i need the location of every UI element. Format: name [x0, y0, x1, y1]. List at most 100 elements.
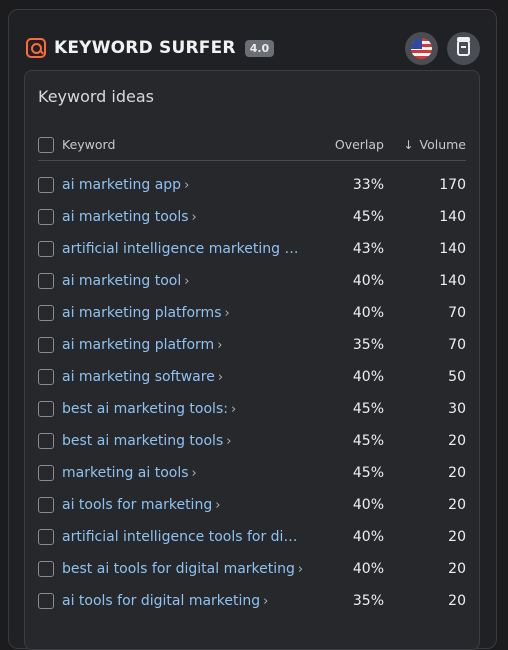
- table-row: ai marketing tool › 40% 140: [38, 265, 466, 297]
- chevron-right-icon[interactable]: ›: [215, 498, 220, 513]
- row-checkbox[interactable]: [38, 593, 54, 609]
- arrow-down-icon: ↓: [403, 137, 414, 152]
- table-row: artificial intelligence tools for digit.…: [38, 521, 466, 553]
- overlap-value: 35%: [352, 593, 384, 609]
- table-row: ai marketing tools › 45% 140: [38, 201, 466, 233]
- row-checkbox[interactable]: [38, 529, 54, 545]
- keyword-ideas-card: Keyword ideas Keyword Overlap ↓ Volume a…: [24, 70, 480, 650]
- volume-value: 140: [439, 209, 466, 225]
- column-keyword[interactable]: Keyword: [62, 137, 115, 152]
- column-volume[interactable]: ↓ Volume: [403, 137, 466, 152]
- keyword-link[interactable]: ai marketing software: [62, 369, 215, 385]
- search-box-icon: [26, 38, 46, 58]
- row-checkbox[interactable]: [38, 497, 54, 513]
- chevron-right-icon[interactable]: ›: [184, 178, 189, 193]
- volume-value: 50: [448, 369, 466, 385]
- table-row: ai marketing app › 33% 170: [38, 169, 466, 201]
- volume-value: 70: [448, 337, 466, 353]
- overlap-value: 40%: [352, 497, 384, 513]
- keyword-link[interactable]: best ai tools for digital marketing: [62, 561, 295, 577]
- card-title: Keyword ideas: [38, 87, 155, 106]
- overlap-value: 33%: [352, 177, 384, 193]
- volume-value: 20: [448, 497, 466, 513]
- volume-value: 140: [439, 241, 466, 257]
- keyword-link[interactable]: ai marketing app: [62, 177, 181, 193]
- column-overlap[interactable]: Overlap: [335, 137, 384, 152]
- row-checkbox[interactable]: [38, 433, 54, 449]
- overlap-value: 45%: [352, 401, 384, 417]
- table-row: ai marketing software › 40% 50: [38, 361, 466, 393]
- clipboard-button[interactable]: [447, 31, 480, 65]
- row-checkbox[interactable]: [38, 241, 54, 257]
- keyword-link[interactable]: best ai marketing tools: [62, 433, 223, 449]
- app-title: KEYWORD SURFER: [54, 38, 236, 58]
- row-checkbox[interactable]: [38, 305, 54, 321]
- volume-value: 20: [448, 433, 466, 449]
- overlap-value: 40%: [352, 561, 384, 577]
- keyword-link[interactable]: ai tools for marketing: [62, 497, 212, 513]
- us-flag-icon: [411, 37, 432, 59]
- row-checkbox[interactable]: [38, 369, 54, 385]
- chevron-right-icon[interactable]: ›: [184, 274, 189, 289]
- overlap-value: 45%: [352, 433, 384, 449]
- keyword-link[interactable]: ai marketing platforms: [62, 305, 221, 321]
- row-checkbox[interactable]: [38, 561, 54, 577]
- chevron-right-icon[interactable]: ›: [218, 370, 223, 385]
- overlap-value: 43%: [352, 241, 384, 257]
- keyword-link[interactable]: best ai marketing tools:: [62, 401, 228, 417]
- chevron-right-icon[interactable]: ›: [192, 210, 197, 225]
- keyword-link[interactable]: ai marketing tool: [62, 273, 181, 289]
- keyword-link[interactable]: ai marketing platform: [62, 337, 214, 353]
- table-header: Keyword Overlap ↓ Volume: [38, 129, 466, 161]
- volume-value: 20: [448, 593, 466, 609]
- volume-value: 20: [448, 465, 466, 481]
- chevron-right-icon[interactable]: ›: [231, 402, 236, 417]
- table-row: artificial intelligence marketing too...…: [38, 233, 466, 265]
- table-row: best ai marketing tools: › 45% 30: [38, 393, 466, 425]
- overlap-value: 45%: [352, 209, 384, 225]
- clipboard-icon: [457, 37, 470, 56]
- row-checkbox[interactable]: [38, 209, 54, 225]
- table-row: best ai tools for digital marketing › 40% 2…: [38, 553, 466, 585]
- row-checkbox[interactable]: [38, 465, 54, 481]
- keyword-link[interactable]: artificial intelligence marketing too...: [62, 241, 300, 257]
- table-row: ai tools for marketing › 40% 20: [38, 489, 466, 521]
- table-row: ai marketing platforms › 40% 70: [38, 297, 466, 329]
- chevron-right-icon[interactable]: ›: [263, 594, 268, 609]
- chevron-right-icon[interactable]: ›: [217, 338, 222, 353]
- row-checkbox[interactable]: [38, 401, 54, 417]
- keyword-list: ai marketing app › 33% 170 ai marketing tool…: [38, 169, 466, 617]
- chevron-right-icon[interactable]: ›: [224, 306, 229, 321]
- chevron-right-icon[interactable]: ›: [298, 562, 303, 577]
- overlap-value: 40%: [352, 305, 384, 321]
- overlap-value: 40%: [352, 273, 384, 289]
- overlap-value: 35%: [352, 337, 384, 353]
- chevron-right-icon[interactable]: ›: [192, 466, 197, 481]
- country-button[interactable]: [405, 31, 438, 65]
- volume-value: 70: [448, 305, 466, 321]
- volume-value: 30: [448, 401, 466, 417]
- keyword-link[interactable]: ai tools for digital marketing: [62, 593, 260, 609]
- table-row: marketing ai tools › 45% 20: [38, 457, 466, 489]
- keyword-link[interactable]: marketing ai tools: [62, 465, 189, 481]
- table-row: best ai marketing tools › 45% 20: [38, 425, 466, 457]
- header: KEYWORD SURFER 4.0: [26, 31, 480, 65]
- table-row: ai tools for digital marketing › 35% 20: [38, 585, 466, 617]
- column-volume-label: Volume: [419, 137, 467, 152]
- keyword-link[interactable]: artificial intelligence tools for digit.…: [62, 529, 300, 545]
- volume-value: 170: [439, 177, 466, 193]
- keyword-link[interactable]: ai marketing tools: [62, 209, 189, 225]
- version-badge: 4.0: [244, 39, 275, 57]
- row-checkbox[interactable]: [38, 177, 54, 193]
- table-row: ai marketing platform › 35% 70: [38, 329, 466, 361]
- overlap-value: 45%: [352, 465, 384, 481]
- row-checkbox[interactable]: [38, 273, 54, 289]
- row-checkbox[interactable]: [38, 337, 54, 353]
- volume-value: 140: [439, 273, 466, 289]
- volume-value: 20: [448, 529, 466, 545]
- chevron-right-icon[interactable]: ›: [226, 434, 231, 449]
- overlap-value: 40%: [352, 529, 384, 545]
- volume-value: 20: [448, 561, 466, 577]
- overlap-value: 40%: [352, 369, 384, 385]
- select-all-checkbox[interactable]: [38, 136, 54, 153]
